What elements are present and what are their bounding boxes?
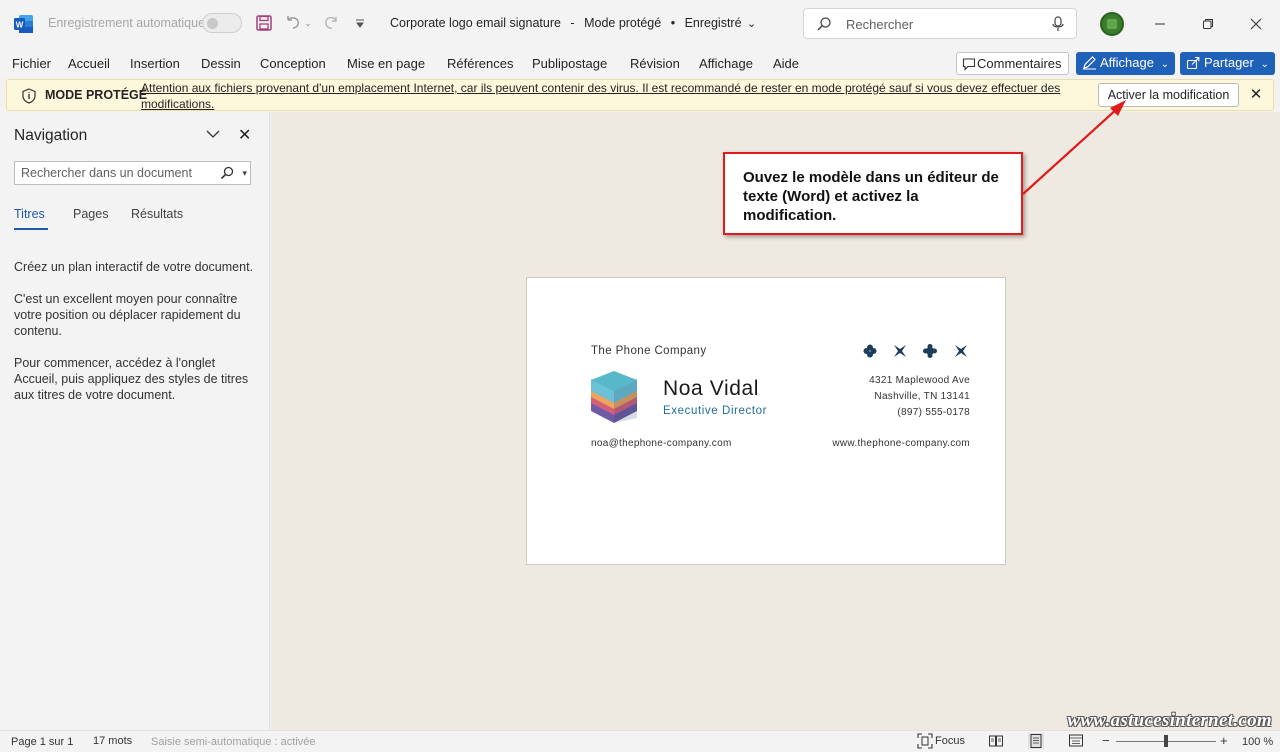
document-search-input[interactable]: Rechercher dans un document ▾ — [14, 161, 251, 185]
document-name: Corporate logo email signature — [390, 16, 561, 30]
close-window-icon[interactable] — [1244, 12, 1268, 36]
chevron-down-icon[interactable]: ▾ — [242, 168, 247, 179]
mode-label: Mode protégé — [584, 16, 662, 30]
autosave-toggle[interactable] — [202, 13, 242, 33]
close-icon[interactable]: ✕ — [238, 125, 251, 145]
menu-mise-en-page[interactable]: Mise en page — [347, 56, 425, 71]
company-name: The Phone Company — [591, 345, 707, 357]
menu-affichage[interactable]: Affichage — [699, 56, 753, 71]
view-mode-button[interactable]: Affichage ⌄ — [1076, 52, 1175, 75]
menu-accueil[interactable]: Accueil — [68, 56, 110, 71]
undo-dropdown-icon[interactable]: ⌄ — [302, 13, 314, 33]
share-label: Partager — [1204, 55, 1254, 70]
focus-label[interactable]: Focus — [935, 735, 965, 747]
person-role: Executive Director — [663, 405, 768, 417]
flower-icon[interactable] — [923, 344, 937, 358]
menu-insertion[interactable]: Insertion — [130, 56, 180, 71]
chevron-down-icon[interactable] — [205, 126, 221, 142]
search-icon[interactable] — [220, 166, 234, 180]
menu-revision[interactable]: Révision — [630, 56, 680, 71]
title-bar: W Enregistrement automatique ⌄ Corporate… — [0, 0, 1280, 48]
navigation-hint-1: Créez un plan interactif de votre docume… — [14, 260, 254, 274]
tab-resultats[interactable]: Résultats — [131, 207, 183, 221]
pen-icon — [1083, 56, 1096, 70]
web-layout-icon[interactable] — [1068, 733, 1084, 749]
save-icon[interactable] — [254, 13, 274, 33]
document-title[interactable]: Corporate logo email signature - Mode pr… — [390, 16, 762, 30]
website-url[interactable]: www.thephone-company.com — [832, 438, 970, 449]
menu-aide[interactable]: Aide — [773, 56, 799, 71]
word-logo-icon[interactable]: W — [14, 14, 34, 34]
tab-pages[interactable]: Pages — [73, 207, 108, 221]
zoom-level[interactable]: 100 % — [1242, 736, 1273, 748]
chevron-down-icon: ⌄ — [1260, 59, 1269, 70]
instruction-callout: Ouvez le modèle dans un éditeur de texte… — [723, 152, 1023, 235]
autocomplete-status[interactable]: Saisie semi-automatique : activée — [151, 736, 315, 748]
print-layout-icon[interactable] — [1028, 733, 1044, 749]
watermark: www.astucesinternet.com — [1067, 710, 1272, 731]
menu-publipostage[interactable]: Publipostage — [532, 56, 607, 71]
active-tab-indicator — [14, 228, 48, 230]
address-line-1: 4321 Maplewood Ave — [869, 375, 970, 386]
restore-icon[interactable] — [1196, 12, 1220, 36]
protected-mode-message[interactable]: Attention aux fichiers provenant d'un em… — [141, 81, 1071, 112]
search-icon — [817, 17, 831, 31]
focus-icon[interactable] — [917, 733, 933, 749]
undo-icon[interactable] — [283, 13, 303, 33]
comments-button[interactable]: Commentaires — [956, 52, 1069, 75]
zoom-out-button[interactable]: − — [1102, 733, 1110, 748]
search-placeholder: Rechercher — [846, 17, 914, 32]
avatar[interactable] — [1100, 12, 1124, 36]
saved-status: Enregistré — [684, 16, 742, 30]
document-page[interactable]: The Phone Company Noa Vidal Executive Di… — [526, 277, 1006, 565]
autosave-label: Enregistrement automatique — [48, 16, 206, 30]
bowtie-icon[interactable] — [954, 344, 968, 358]
page-count[interactable]: Page 1 sur 1 — [11, 736, 73, 748]
social-icons — [863, 344, 973, 360]
menu-conception[interactable]: Conception — [260, 56, 326, 71]
navigation-title: Navigation — [14, 127, 88, 144]
view-mode-label: Affichage — [1100, 55, 1154, 70]
read-mode-icon[interactable] — [988, 733, 1004, 749]
phone-number: (897) 555-0178 — [897, 407, 970, 418]
share-icon — [1186, 56, 1200, 70]
microphone-icon[interactable] — [1052, 16, 1064, 32]
word-count[interactable]: 17 mots — [93, 735, 132, 747]
chevron-down-icon: ⌄ — [747, 18, 757, 30]
navigation-hint-2: C'est un excellent moyen pour connaître … — [14, 292, 241, 338]
bowtie-icon[interactable] — [893, 344, 907, 358]
menu-fichier[interactable]: Fichier — [12, 56, 51, 71]
shield-icon — [22, 88, 36, 104]
company-logo-icon — [591, 371, 637, 423]
clover-icon[interactable] — [863, 344, 877, 358]
minimize-icon[interactable] — [1148, 12, 1172, 36]
zoom-slider-thumb[interactable] — [1164, 735, 1168, 747]
redo-icon[interactable] — [321, 13, 341, 33]
title-dot: • — [670, 16, 676, 30]
menu-references[interactable]: Références — [447, 56, 513, 71]
callout-text: Ouvez le modèle dans un éditeur de texte… — [743, 169, 999, 224]
comments-label: Commentaires — [977, 56, 1062, 71]
protected-mode-label: MODE PROTÉGÉ — [45, 88, 148, 102]
document-search-placeholder: Rechercher dans un document — [21, 166, 192, 180]
customize-toolbar-icon[interactable] — [352, 13, 368, 33]
email-address[interactable]: noa@thephone-company.com — [591, 438, 732, 449]
share-button[interactable]: Partager ⌄ — [1180, 52, 1275, 75]
zoom-in-button[interactable]: + — [1220, 733, 1228, 748]
chevron-down-icon: ⌄ — [1160, 59, 1169, 70]
title-separator: - — [570, 16, 575, 30]
comment-icon — [962, 58, 976, 71]
person-name: Noa Vidal — [663, 377, 760, 400]
arrow-icon — [1022, 100, 1126, 195]
address-line-2: Nashville, TN 13141 — [874, 391, 970, 402]
close-icon[interactable]: ✕ — [1248, 85, 1264, 105]
search-input[interactable]: Rechercher — [803, 8, 1077, 39]
menu-dessin[interactable]: Dessin — [201, 56, 241, 71]
navigation-pane: Navigation ✕ Rechercher dans un document… — [0, 112, 270, 730]
tab-titres[interactable]: Titres — [14, 207, 45, 221]
navigation-hint-3: Pour commencer, accédez à l'onglet Accue… — [14, 356, 249, 402]
svg-text:W: W — [16, 21, 24, 30]
